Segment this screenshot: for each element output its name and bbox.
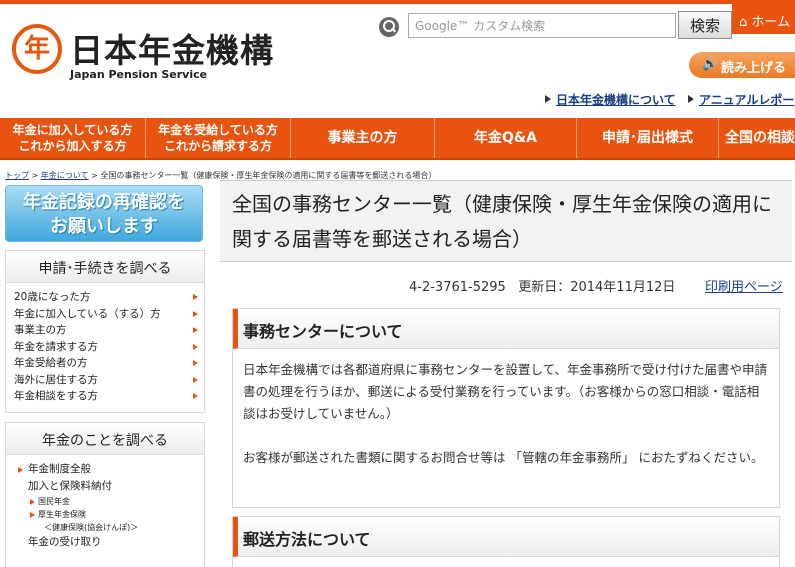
about-link[interactable]: 日本年金機構について — [556, 91, 676, 108]
updated-date: 2014年11月12日 — [570, 280, 676, 295]
nav-item-recipients[interactable]: 年金を受給している方 これから請求する方 — [146, 118, 291, 158]
section-paragraph: お客様が郵送された書類に関するお問合せ等は 「管轄の年金事務所」 におたずねくだ… — [243, 450, 764, 465]
nav-item-employers[interactable]: 事業主の方 — [291, 118, 435, 158]
procedure-link[interactable]: 年金に加入している（する）方 — [14, 306, 198, 323]
arrow-right-icon — [193, 343, 198, 350]
site-subtitle: Japan Pension Service — [70, 68, 208, 81]
arrow-right-icon — [193, 327, 198, 333]
section-body: 日本年金機構では各都道府県に事務センターを設置して、年金事務所で受け付けた届書や… — [233, 349, 779, 469]
nav-item-insured[interactable]: 年金に加入している方 これから加入する方 — [0, 118, 146, 158]
site-logo[interactable]: 年 日本年金機構 Japan Pension Service — [12, 20, 292, 86]
nav-item-label: 全国の相談 — [725, 130, 795, 146]
learn-link[interactable]: 厚生年金保険 — [14, 508, 198, 521]
breadcrumb-level1[interactable]: 年金について — [41, 171, 89, 180]
learn-link[interactable]: ＜健康保険(協会けんぽ)＞ — [14, 521, 198, 534]
logo-mark: 年 — [12, 24, 62, 74]
record-check-banner[interactable]: 年金記録の再確認を お願いします — [5, 185, 203, 242]
search-button[interactable]: 検索 — [678, 11, 732, 39]
arrow-right-icon — [18, 467, 23, 473]
learn-title: 年金のことを調べる — [6, 423, 204, 455]
speaker-icon: 🔊 — [702, 57, 719, 72]
section-heading: 郵送方法について — [233, 517, 779, 557]
procedure-link[interactable]: 年金相談をする方 — [14, 388, 198, 405]
arrow-right-icon — [193, 294, 198, 300]
nav-item-label: 年金を受給している方 — [158, 123, 278, 137]
nav-item-consultation[interactable]: 全国の相談 — [719, 118, 795, 158]
arrow-right-icon — [193, 376, 198, 383]
top-accent-bar — [0, 0, 795, 4]
search-icon — [379, 17, 399, 37]
arrow-right-icon — [688, 95, 694, 103]
arrow-right-icon — [193, 360, 198, 366]
breadcrumb-separator: > — [88, 171, 101, 180]
learn-link[interactable]: 年金の受け取り — [14, 534, 198, 551]
page-meta: 4-2-3761-5295 更新日：2014年11月12日 — [409, 276, 675, 295]
learn-link[interactable]: 国民年金 — [14, 495, 198, 508]
procedures-box: 申請･手続きを調べる 20歳になった方 年金に加入している（する）方 事業主の方… — [5, 250, 205, 413]
section-about-centers: 事務センターについて 日本年金機構では各都道府県に事務センターを設置して、年金事… — [232, 308, 780, 508]
arrow-right-icon — [545, 95, 551, 103]
section-heading: 事務センターについて — [233, 309, 779, 349]
section-paragraph: 日本年金機構では各都道府県に事務センターを設置して、年金事務所で受け付けた届書や… — [243, 362, 768, 421]
nav-item-label: 年金に加入している方 — [12, 123, 133, 137]
nav-item-label: これから加入する方 — [18, 139, 127, 153]
nav-item-label: 申請･届出様式 — [602, 130, 693, 146]
arrow-right-icon — [193, 393, 198, 399]
page-id: 4-2-3761-5295 — [409, 280, 506, 295]
site-title: 日本年金機構 — [70, 31, 274, 70]
procedure-link[interactable]: 海外に居住する方 — [14, 372, 198, 389]
home-button[interactable]: ⌂ ホーム — [732, 4, 795, 34]
updated-label: 更新日： — [518, 280, 571, 295]
procedure-link[interactable]: 年金を請求する方 — [14, 339, 198, 356]
arrow-right-icon — [193, 310, 198, 317]
global-nav: 年金に加入している方 これから加入する方 年金を受給している方 これから請求する… — [0, 118, 795, 160]
nav-item-label: これから請求する方 — [163, 139, 272, 153]
annual-report-link[interactable]: アニュアルレポー — [699, 91, 794, 108]
learn-tree: 年金制度全般 加入と保険料納付 国民年金 厚生年金保険 ＜健康保険(協会けんぽ)… — [6, 455, 204, 551]
section-mailing-method: 郵送方法について — [232, 516, 780, 567]
nav-item-forms[interactable]: 申請･届出様式 — [577, 118, 719, 158]
page-title: 全国の事務センター一覧（健康保険・厚生年金保険の適用に関する届書等を郵送される場… — [220, 180, 792, 262]
learn-box: 年金のことを調べる 年金制度全般 加入と保険料納付 国民年金 厚生年金保険 ＜健… — [5, 422, 205, 567]
procedure-link[interactable]: 事業主の方 — [14, 322, 198, 339]
learn-link[interactable]: 年金制度全般 — [14, 461, 198, 478]
nav-item-qa[interactable]: 年金Q&A — [435, 118, 577, 158]
search-input[interactable] — [408, 13, 676, 38]
banner-line: 年金記録の再確認を — [23, 192, 185, 213]
nav-item-label: 年金Q&A — [474, 130, 537, 146]
arrow-right-icon — [30, 499, 35, 505]
procedures-list: 20歳になった方 年金に加入している（する）方 事業主の方 年金を請求する方 年… — [6, 283, 204, 409]
procedure-link[interactable]: 20歳になった方 — [14, 289, 198, 306]
breadcrumb-separator: > — [29, 171, 41, 180]
breadcrumb-home[interactable]: トップ — [5, 171, 29, 180]
arrow-right-icon — [30, 512, 35, 518]
nav-item-label: 事業主の方 — [327, 130, 398, 146]
breadcrumb-current: 全国の事務センター一覧（健康保険・厚生年金保険の適用に関する届書等を郵送される場… — [100, 171, 437, 180]
banner-line: お願いします — [50, 216, 158, 237]
print-page-link[interactable]: 印刷用ページ — [705, 276, 783, 295]
procedures-title: 申請･手続きを調べる — [6, 251, 204, 283]
procedure-link[interactable]: 年金受給者の方 — [14, 355, 198, 372]
learn-link[interactable]: 加入と保険料納付 — [14, 478, 198, 495]
